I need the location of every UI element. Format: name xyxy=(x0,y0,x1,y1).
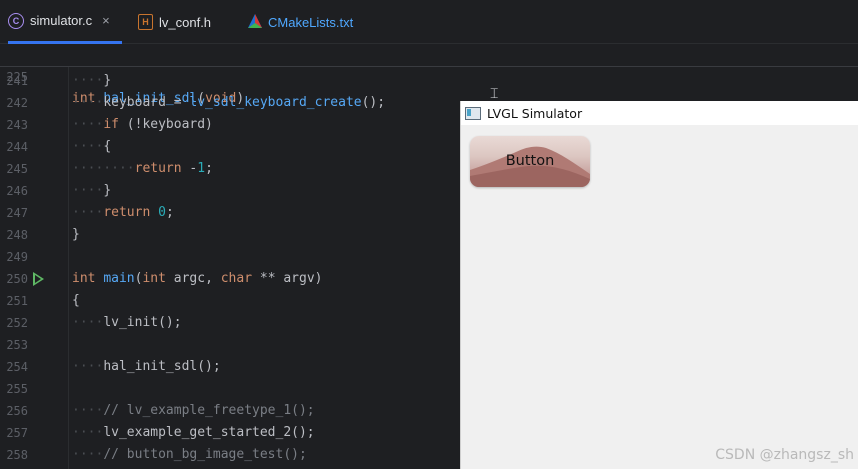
keyword: if xyxy=(103,117,119,132)
argument: argc, xyxy=(165,271,221,286)
line-number: 246 xyxy=(6,184,28,198)
indent-guide: ···· xyxy=(72,95,104,110)
line-number: 243 xyxy=(6,118,28,132)
indent-guide: ········ xyxy=(72,161,135,176)
code-fragment: ; xyxy=(165,205,174,220)
lvgl-simulator-window[interactable]: LVGL Simulator Button xyxy=(460,101,858,469)
code-text: { xyxy=(72,290,80,312)
code-text: ····lv_init(); xyxy=(72,312,182,334)
number-literal: 0 xyxy=(158,205,166,220)
code-fragment: { xyxy=(103,139,112,154)
watermark: CSDN @zhangsz_sh xyxy=(715,447,854,463)
code-line: 241 ····} xyxy=(0,70,858,92)
code-fragment: hal_init_sdl(); xyxy=(103,359,221,374)
code-text: ····if (!keyboard) xyxy=(72,114,213,136)
code-text: ····lv_example_get_started_2(); xyxy=(72,422,315,444)
line-number: 254 xyxy=(6,360,28,374)
line-number: 251 xyxy=(6,294,28,308)
indent-guide: ···· xyxy=(72,447,104,462)
indent-guide: ···· xyxy=(72,117,104,132)
line-number: 250 xyxy=(6,272,28,286)
keyword: int xyxy=(142,271,166,286)
line-number: 253 xyxy=(6,338,28,352)
tab-label: lv_conf.h xyxy=(159,14,212,30)
code-text: ····{ xyxy=(72,136,111,158)
line-number: 247 xyxy=(6,206,28,220)
c-file-icon: C xyxy=(8,12,24,29)
code-line: 225 int hal_init_sdl(void) xyxy=(0,44,858,106)
number-literal: 1 xyxy=(197,161,206,176)
code-text: ········return -1; xyxy=(72,158,213,180)
line-number: 255 xyxy=(6,382,28,396)
comment: // lv_example_freetype_1(); xyxy=(103,403,315,418)
window-titlebar[interactable]: LVGL Simulator xyxy=(461,101,858,125)
sticky-scroll-header[interactable]: 225 int hal_init_sdl(void) xyxy=(0,44,858,106)
window-title: LVGL Simulator xyxy=(487,105,583,121)
text-cursor-icon: ⌶ xyxy=(490,86,499,102)
comment: // button_bg_image_test(); xyxy=(103,447,307,462)
line-number: 257 xyxy=(6,426,28,440)
code-fragment: ; xyxy=(205,161,213,176)
line-number: 248 xyxy=(6,228,28,242)
code-text: ····} xyxy=(72,180,111,202)
keyword: return xyxy=(103,205,151,220)
indent-guide: ···· xyxy=(72,183,104,198)
function-name: main xyxy=(103,271,135,286)
tab-cmakelists[interactable]: CMakeLists.txt xyxy=(248,0,353,44)
code-fragment: (); xyxy=(361,95,386,110)
editor-tab-bar: C simulator.c × H lv_conf.h CMakeLists.t… xyxy=(0,0,858,44)
app-window-icon xyxy=(465,106,481,120)
argument: ** argv) xyxy=(252,271,323,286)
code-fragment: lv_init(); xyxy=(103,315,182,330)
run-icon[interactable] xyxy=(33,272,44,286)
line-number: 256 xyxy=(6,404,28,418)
indent-guide: ···· xyxy=(72,205,104,220)
line-number: 242 xyxy=(6,96,28,110)
code-fragment: { xyxy=(72,293,80,308)
cmake-icon xyxy=(248,13,262,31)
indent-guide: ···· xyxy=(72,359,104,374)
indent-guide: ···· xyxy=(72,315,104,330)
keyword: char xyxy=(220,271,253,286)
tab-lv-conf-h[interactable]: H lv_conf.h xyxy=(138,0,211,44)
code-text: } xyxy=(72,224,80,246)
code-fragment: } xyxy=(72,227,80,242)
code-text: ····// lv_example_freetype_1(); xyxy=(72,400,315,422)
code-text: ····hal_init_sdl(); xyxy=(72,356,221,378)
code-text: ····} xyxy=(72,70,111,92)
code-fragment: (!keyboard) xyxy=(118,117,213,132)
line-number: 252 xyxy=(6,316,28,330)
keyword: return xyxy=(134,161,182,176)
code-fragment xyxy=(150,205,158,220)
line-number: 244 xyxy=(6,140,28,154)
code-fragment: } xyxy=(103,73,112,88)
keyword: int xyxy=(72,271,96,286)
indent-guide: ···· xyxy=(72,73,104,88)
code-text: ····return 0; xyxy=(72,202,174,224)
code-text: int main(int argc, char ** argv) xyxy=(72,268,323,290)
function-name: lv_sdl_keyboard_create xyxy=(189,95,362,110)
tab-label: simulator.c xyxy=(30,13,93,28)
button-label: Button xyxy=(505,153,555,169)
line-number: 245 xyxy=(6,162,28,176)
close-icon[interactable]: × xyxy=(102,13,110,28)
indent-guide: ···· xyxy=(72,403,104,418)
code-fragment: keyboard = xyxy=(103,95,190,110)
line-number: 249 xyxy=(6,250,28,264)
line-number: 258 xyxy=(6,448,28,462)
code-fragment: - xyxy=(181,161,198,176)
indent-guide: ···· xyxy=(72,425,104,440)
indent-guide: ···· xyxy=(72,139,104,154)
tab-simulator-c[interactable]: C simulator.c × xyxy=(8,0,122,44)
line-number: 241 xyxy=(6,74,28,88)
code-text: ····keyboard = lv_sdl_keyboard_create(); xyxy=(72,92,385,114)
code-fragment: lv_example_get_started_2(); xyxy=(103,425,315,440)
h-file-icon: H xyxy=(138,14,153,30)
code-fragment: } xyxy=(103,183,112,198)
tab-label: CMakeLists.txt xyxy=(268,14,354,30)
lvgl-button[interactable]: Button xyxy=(470,136,590,187)
code-text: ····// button_bg_image_test(); xyxy=(72,444,307,466)
